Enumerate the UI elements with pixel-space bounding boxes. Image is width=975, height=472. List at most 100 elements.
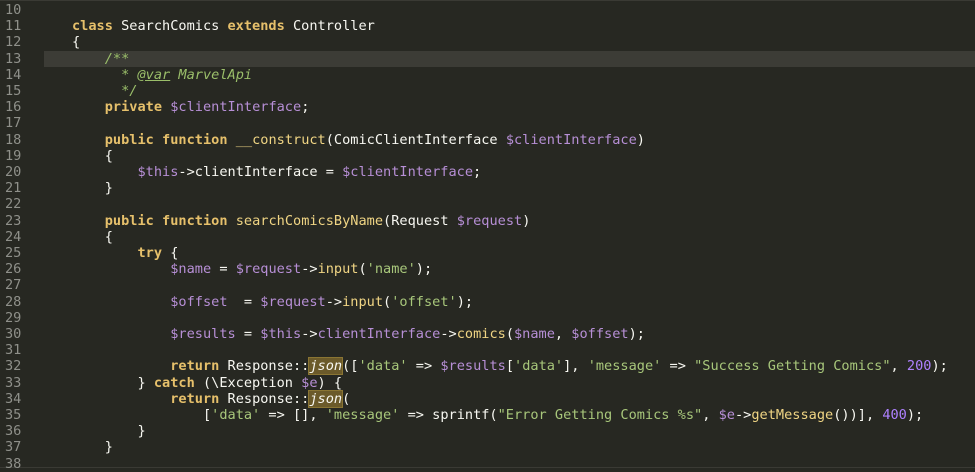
code-token: $e <box>718 407 735 423</box>
code-line[interactable]: 35 ['data' => [], 'message' => sprintf("… <box>5 407 975 423</box>
line-number: 34 <box>5 390 22 407</box>
code-token: ); <box>628 326 645 342</box>
code-token: ; <box>301 99 310 116</box>
code-token: class <box>72 18 113 35</box>
code-token: (ComicClientInterface <box>325 131 506 148</box>
code-text: $offset = $request->input('offset'); <box>72 294 473 310</box>
code-token: SearchComics <box>112 18 228 35</box>
line-number: 29 <box>5 309 22 326</box>
code-line[interactable]: 26 $name = $request->input('name'); <box>5 261 975 278</box>
code-text: */ <box>72 83 138 99</box>
code-line[interactable]: 33 } catch (\Exception $e) { <box>5 374 975 391</box>
code-line[interactable]: 34 return Response::json( <box>5 389 975 408</box>
code-token: => <box>661 358 695 375</box>
code-text: * @var MarvelApi <box>72 67 252 83</box>
code-line[interactable]: 12 { <box>5 34 975 50</box>
code-token: 'message' <box>325 407 400 423</box>
code-line[interactable]: 30 $results = $this->clientInterface->co… <box>5 326 975 342</box>
code-line[interactable]: 22 <box>5 196 975 212</box>
line-number: 22 <box>5 196 22 213</box>
code-token: = <box>227 293 261 310</box>
code-token: } <box>72 374 154 391</box>
code-token: (Request <box>383 212 457 229</box>
line-number: 12 <box>5 34 22 51</box>
code-token: ], <box>563 358 588 375</box>
line-number: 13 <box>5 50 22 67</box>
code-line[interactable]: 15 */ <box>5 83 975 99</box>
code-token: 'name' <box>366 261 416 278</box>
code-line[interactable]: 17 <box>5 115 975 131</box>
line-number: 23 <box>5 212 22 229</box>
line-number: 15 <box>5 83 22 99</box>
code-area[interactable]: 10 11 class SearchComics extends Controlle… <box>5 1 975 472</box>
code-editor[interactable]: 10 11 class SearchComics extends Controlle… <box>0 0 975 472</box>
code-token: 'data' <box>358 358 408 375</box>
code-token: -> <box>440 326 457 342</box>
code-token: input <box>342 293 384 310</box>
line-number: 32 <box>5 358 22 375</box>
code-line[interactable]: 38 <box>5 456 975 472</box>
code-token: { <box>72 228 113 245</box>
code-line[interactable]: 24 { <box>5 228 975 245</box>
line-number: 31 <box>5 342 22 359</box>
code-line[interactable]: 16 private $clientInterface; <box>5 99 975 116</box>
code-token: } <box>72 180 113 197</box>
code-line[interactable]: 31 <box>5 342 975 358</box>
code-token: @var <box>137 66 171 83</box>
line-number: 35 <box>5 407 22 423</box>
code-token: extends <box>227 18 285 35</box>
line-number: 38 <box>5 455 22 472</box>
line-number: 26 <box>5 261 22 278</box>
code-token: (\Exception <box>194 374 302 391</box>
code-token: Response:: <box>219 358 310 375</box>
code-token: 'data' <box>211 407 261 423</box>
code-line[interactable]: 14 * @var MarvelApi <box>5 67 975 83</box>
code-line[interactable]: 11 class SearchComics extends Controller <box>5 18 975 35</box>
code-token: => sprintf( <box>399 407 498 423</box>
code-token: MarvelApi <box>170 66 253 83</box>
code-token: /** <box>104 50 130 67</box>
code-line[interactable]: 29 <box>5 310 975 326</box>
code-line[interactable]: 27 <box>5 277 975 293</box>
code-token: return <box>170 358 220 375</box>
code-text: } <box>72 423 145 439</box>
code-token: input <box>317 261 359 278</box>
code-line[interactable]: 13 /** <box>5 50 975 67</box>
code-token: [ <box>505 358 515 375</box>
code-line[interactable]: 36 } <box>5 423 975 439</box>
code-line[interactable]: 10 <box>5 2 975 18</box>
code-token: $offset <box>571 326 629 342</box>
code-token: */ <box>104 83 138 99</box>
code-token: [ <box>72 407 212 423</box>
code-line[interactable]: 23 public function searchComicsByName(Re… <box>5 212 975 229</box>
code-text: return Response::json( <box>72 389 350 408</box>
line-number: 27 <box>5 277 22 294</box>
line-number: 37 <box>5 439 22 456</box>
code-line[interactable]: 21 } <box>5 180 975 197</box>
code-token: $results <box>440 358 506 375</box>
code-token: $e <box>301 374 318 391</box>
code-token: json <box>308 389 344 408</box>
code-token: Controller <box>284 18 375 35</box>
code-line[interactable]: 32 return Response::json(['data' => $res… <box>5 357 975 376</box>
code-line[interactable]: 37 } <box>5 439 975 455</box>
code-line[interactable]: 18 public function __construct(ComicClie… <box>5 131 975 148</box>
code-line[interactable]: 20 $this->clientInterface = $clientInter… <box>5 164 975 180</box>
code-text: return Response::json(['data' => $result… <box>72 357 948 376</box>
code-token: ())], <box>833 407 883 423</box>
code-line[interactable]: 19 { <box>5 148 975 164</box>
line-number: 14 <box>5 66 22 83</box>
code-line[interactable]: 25 try { <box>5 245 975 261</box>
code-token: 'offset' <box>391 293 457 310</box>
code-line[interactable]: 28 $offset = $request->input('offset'); <box>5 294 975 310</box>
code-token: -> <box>301 261 318 278</box>
